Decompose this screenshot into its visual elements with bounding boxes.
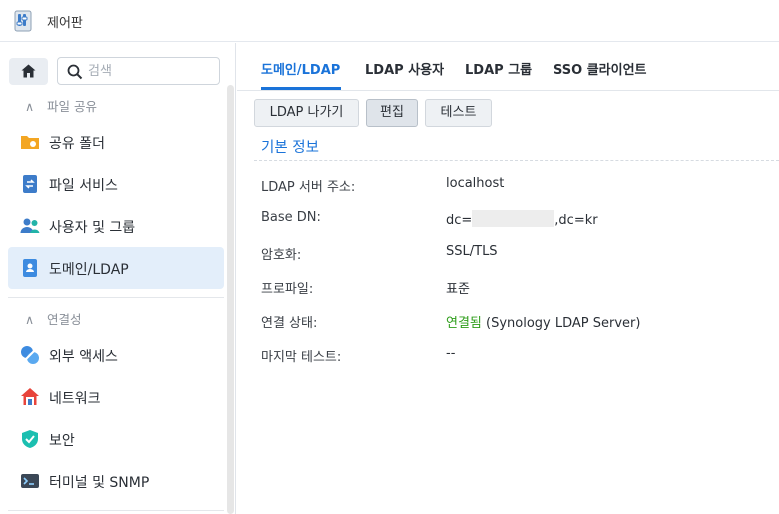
section-connectivity[interactable]: ∧ 연결성 (25, 309, 82, 329)
sidebar-item-external-access[interactable]: 외부 액세스 (8, 334, 224, 376)
search-input[interactable] (88, 62, 213, 80)
title-bar: 제어판 (0, 0, 779, 42)
active-tab-indicator (261, 87, 341, 90)
sidebar-item-file-services[interactable]: 파일 서비스 (8, 163, 224, 205)
home-button[interactable] (9, 58, 48, 85)
chevron-up-icon: ∧ (25, 312, 35, 327)
users-groups-icon (20, 218, 40, 233)
profile-label: 프로파일: (261, 282, 314, 297)
sidebar-divider (8, 297, 224, 298)
terminal-icon (21, 474, 39, 488)
folder-share-icon (21, 136, 39, 149)
base-dn-value: dc= ,dc=kr (446, 210, 598, 228)
leave-ldap-button[interactable]: LDAP 나가기 (254, 99, 359, 127)
edit-button[interactable]: 편집 (366, 99, 418, 127)
sidebar-item-shared-folder[interactable]: 공유 폴더 (8, 121, 224, 163)
window-title: 제어판 (47, 16, 83, 31)
sidebar-scrollbar[interactable] (227, 85, 234, 514)
search-icon (67, 64, 83, 80)
basic-info-title: 기본 정보 (261, 140, 319, 156)
redacted-block (472, 210, 555, 227)
network-icon (21, 388, 39, 405)
encryption-label: 암호화: (261, 248, 302, 263)
sidebar-item-domain-ldap[interactable]: 도메인/LDAP (8, 247, 224, 289)
tab-bar: 도메인/LDAP LDAP 사용자 LDAP 그룹 SSO 클라이언트 (237, 43, 779, 91)
test-button[interactable]: 테스트 (425, 99, 492, 127)
connection-status-value: 연결됨 (Synology LDAP Server) (446, 316, 641, 331)
tab-ldap-users[interactable]: LDAP 사용자 (365, 59, 444, 78)
tab-ldap-groups[interactable]: LDAP 그룹 (465, 59, 532, 78)
security-shield-icon (22, 430, 38, 448)
sidebar-item-users-groups[interactable]: 사용자 및 그룹 (8, 205, 224, 247)
encryption-value: SSL/TLS (446, 244, 498, 259)
server-address-value: localhost (446, 176, 505, 191)
control-panel-icon (14, 10, 32, 32)
sidebar-item-network[interactable]: 네트워크 (8, 376, 224, 418)
domain-ldap-icon (23, 259, 37, 277)
last-test-label: 마지막 테스트: (261, 350, 342, 365)
last-test-value: -- (446, 346, 456, 361)
search-box[interactable] (57, 57, 220, 85)
tab-sso-client[interactable]: SSO 클라이언트 (553, 59, 647, 78)
section-divider (254, 160, 779, 161)
sidebar-item-security[interactable]: 보안 (8, 418, 224, 460)
tab-domain-ldap[interactable]: 도메인/LDAP (261, 59, 340, 78)
connection-status-label: 연결 상태: (261, 316, 318, 331)
server-address-label: LDAP 서버 주소: (261, 180, 356, 195)
section-file-sharing[interactable]: ∧ 파일 공유 (25, 96, 97, 116)
file-services-icon (23, 175, 37, 193)
base-dn-label: Base DN: (261, 210, 321, 225)
chevron-up-icon: ∧ (25, 99, 35, 114)
sidebar-divider (8, 510, 224, 511)
profile-value: 표준 (446, 282, 470, 297)
sidebar-item-terminal-snmp[interactable]: 터미널 및 SNMP (8, 460, 224, 502)
status-connected-text: 연결됨 (446, 316, 482, 331)
home-icon (21, 64, 36, 78)
external-access-icon (21, 346, 39, 364)
